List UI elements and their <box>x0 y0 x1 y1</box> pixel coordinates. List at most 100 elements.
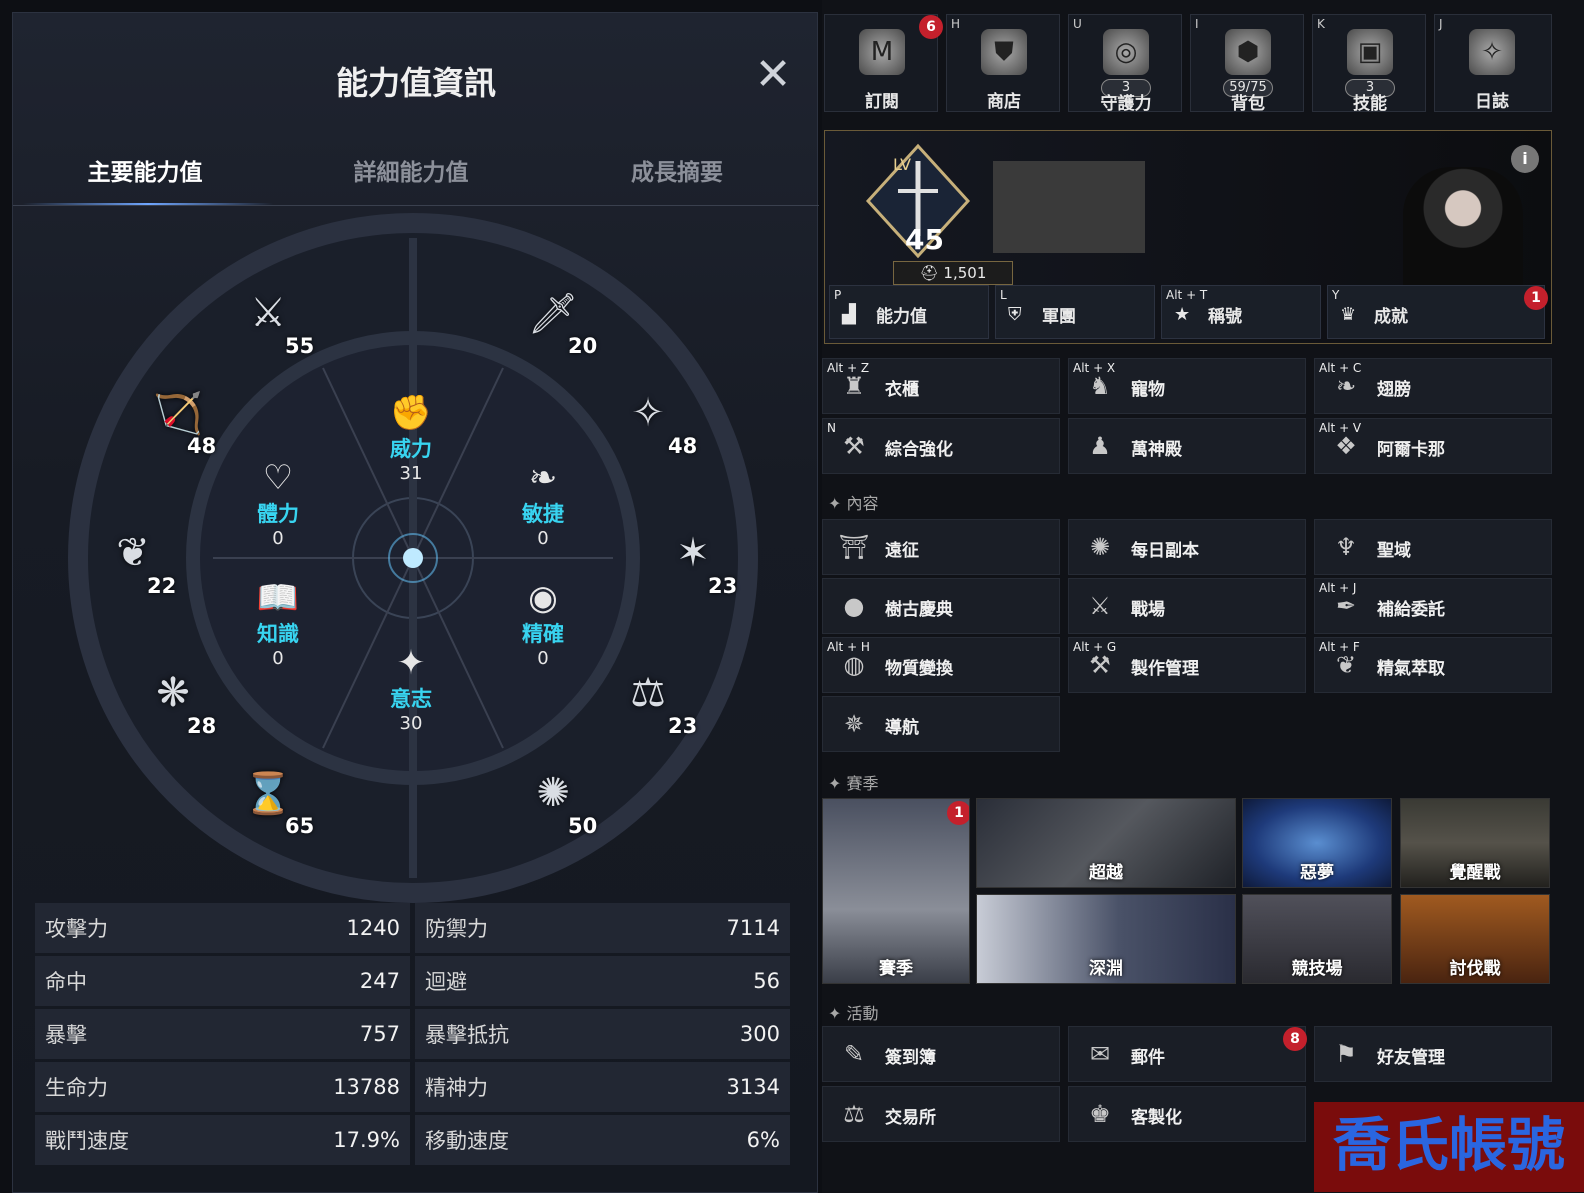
wardrobe-button[interactable]: Alt + Z ♜ 衣櫃 <box>822 358 1060 414</box>
section-header-season: ✦ 賽季 <box>828 774 879 793</box>
stat-cell: 攻擊力 1240 <box>35 903 410 953</box>
button-label: 簽到簿 <box>885 1048 936 1068</box>
stat-cell: 暴擊 757 <box>35 1009 410 1059</box>
essence-extract-button[interactable]: Alt + F ❦ 精氣萃取 <box>1314 637 1552 693</box>
notification-badge: 6 <box>919 15 943 39</box>
stat-cell: 迴避 56 <box>415 956 790 1006</box>
button-label: 交易所 <box>885 1108 936 1128</box>
crafting-button[interactable]: Alt + G ⚒ 製作管理 <box>1068 637 1306 693</box>
core-stat-knowledge[interactable]: 📖 知識 0 <box>233 578 323 669</box>
stat-cell: 命中 247 <box>35 956 410 1006</box>
transmute-button[interactable]: Alt + H ◍ 物質變換 <box>822 637 1060 693</box>
outer-stat-value: 48 <box>668 434 698 458</box>
tile-label: 惡夢 <box>1300 863 1334 883</box>
button-label: 寵物 <box>1131 380 1165 400</box>
core-stat-agility[interactable]: ❧ 敏捷 0 <box>498 458 588 549</box>
pet-button[interactable]: Alt + X ♞ 寵物 <box>1068 358 1306 414</box>
journal-button[interactable]: J ✧ 日誌 <box>1434 14 1552 112</box>
level-tag: LV <box>893 155 912 174</box>
tile-label: 賽季 <box>879 959 913 979</box>
combat-power: ⛑ 1,501 <box>893 261 1013 285</box>
button-label: 綜合強化 <box>885 440 953 460</box>
hotkey-label: H <box>951 17 961 31</box>
shop-button[interactable]: H ⛊ 商店 <box>946 14 1060 112</box>
exchange-button[interactable]: ⚖ 交易所 <box>822 1086 1060 1142</box>
skills-button[interactable]: K ▣ 3 技能 <box>1312 14 1426 114</box>
guardian-button[interactable]: U ◎ 3 守護力 <box>1068 14 1182 114</box>
expedition-button[interactable]: ⛩ 遠征 <box>822 519 1060 575</box>
season-tile[interactable]: 賽季 1 <box>822 798 970 984</box>
pantheon-button[interactable]: ♟ 萬神殿 <box>1068 418 1306 474</box>
battlefield-button[interactable]: ⚔ 戰場 <box>1068 578 1306 634</box>
awakening-war-tile[interactable]: 覺醒戰 <box>1400 798 1550 888</box>
supply-request-button[interactable]: Alt + J ✒ 補給委託 <box>1314 578 1552 634</box>
raid-tile[interactable]: 討伐戰 <box>1400 894 1550 984</box>
hammer-icon: ⚒ <box>1089 651 1111 679</box>
abyss-tile[interactable]: 深淵 <box>976 894 1236 984</box>
daily-dungeon-button[interactable]: ✺ 每日副本 <box>1068 519 1306 575</box>
outer-stat-value: 55 <box>285 334 315 358</box>
button-label: 萬神殿 <box>1131 440 1182 460</box>
button-label: 日誌 <box>1475 92 1509 112</box>
stat-value: 300 <box>739 1022 780 1046</box>
fist-icon: ✊ <box>389 393 433 433</box>
stats-row: 攻擊力 1240 防禦力 7114 <box>35 903 795 953</box>
crown-icon: ♛ <box>1340 304 1357 325</box>
core-stat-will[interactable]: ✦ 意志 30 <box>366 643 456 734</box>
arcana-button[interactable]: Alt + V ❖ 阿爾卡那 <box>1314 418 1552 474</box>
section-title: 活動 <box>846 1004 879 1023</box>
statue-icon: ♟ <box>1089 432 1111 460</box>
stat-value: 6% <box>746 1128 780 1152</box>
core-stat-value: 0 <box>272 648 284 669</box>
combat-power-value: 1,501 <box>943 264 987 282</box>
hamster-icon: ● <box>843 592 865 620</box>
close-icon[interactable]: ✕ <box>751 53 795 97</box>
achievements-button[interactable]: Y ♛ 成就 1 <box>1327 285 1548 339</box>
heart-icon: ♡ <box>262 458 294 498</box>
button-label: 訂閱 <box>865 92 899 112</box>
wings-button[interactable]: Alt + C ❧ 翅膀 <box>1314 358 1552 414</box>
stats-button[interactable]: P ▟ 能力值 <box>829 285 989 339</box>
button-label: 製作管理 <box>1131 659 1199 679</box>
attendance-button[interactable]: ✎ 簽到簿 <box>822 1026 1060 1082</box>
stat-cell: 生命力 13788 <box>35 1062 410 1112</box>
stats-table: 攻擊力 1240 防禦力 7114 命中 247 迴避 56 暴擊 757 暴擊抵抗 300… <box>35 903 795 1168</box>
core-stat-vitality[interactable]: ♡ 體力 0 <box>233 458 323 549</box>
core-stat-value: 31 <box>399 463 423 484</box>
hotkey-label: N <box>827 421 836 435</box>
info-icon[interactable]: i <box>1511 145 1539 173</box>
gate-icon: ⛩ <box>838 533 870 561</box>
hotkey-label: U <box>1073 17 1082 31</box>
sanctuary-button[interactable]: ♆ 聖域 <box>1314 519 1552 575</box>
transcend-tile[interactable]: 超越 <box>976 798 1236 888</box>
legion-button[interactable]: L ⛨ 軍團 <box>995 285 1155 339</box>
tab-main-stats[interactable]: 主要能力值 <box>15 153 275 187</box>
stat-label: 暴擊 <box>45 1023 87 1047</box>
core-stat-label: 精確 <box>522 622 564 646</box>
nightmare-tile[interactable]: 惡夢 <box>1242 798 1392 888</box>
core-stat-accuracy[interactable]: ◉ 精確 0 <box>498 578 588 669</box>
button-label: 衣櫃 <box>885 380 919 400</box>
button-label: 好友管理 <box>1377 1048 1445 1068</box>
core-stat-power[interactable]: ✊ 威力 31 <box>366 393 456 484</box>
customize-button[interactable]: ♚ 客製化 <box>1068 1086 1306 1142</box>
stat-cell: 移動速度 6% <box>415 1115 790 1165</box>
arena-tile[interactable]: 競技場 <box>1242 894 1392 984</box>
friends-button[interactable]: ⚑ 好友管理 <box>1314 1026 1552 1082</box>
character-avatar[interactable] <box>1403 167 1523 285</box>
stat-label: 命中 <box>45 970 87 994</box>
navigation-button[interactable]: ✵ 導航 <box>822 696 1060 752</box>
outer-stat-value: 22 <box>147 574 177 598</box>
inventory-button[interactable]: I ⬢ 59/75 背包 <box>1190 14 1304 114</box>
title-button[interactable]: Alt + T ★ 稱號 <box>1161 285 1321 339</box>
subscription-button[interactable]: M 訂閱 6 <box>824 14 943 112</box>
enhance-button[interactable]: N ⚒ 綜合強化 <box>822 418 1060 474</box>
festival-button[interactable]: ● 樹古慶典 <box>822 578 1060 634</box>
bar-chart-icon: ▟ <box>842 304 856 325</box>
tab-detail-stats[interactable]: 詳細能力值 <box>281 153 541 187</box>
tab-growth-summary[interactable]: 成長摘要 <box>547 153 807 187</box>
stat-cell: 精神力 3134 <box>415 1062 790 1112</box>
main-menu-panel: M 訂閱 6 H ⛊ 商店 U ◎ 3 守護力 I ⬢ 59/75 背包 K ▣… <box>822 0 1584 1193</box>
outer-stat-value: 20 <box>568 334 598 358</box>
mail-button[interactable]: ✉ 郵件 8 <box>1068 1026 1307 1082</box>
